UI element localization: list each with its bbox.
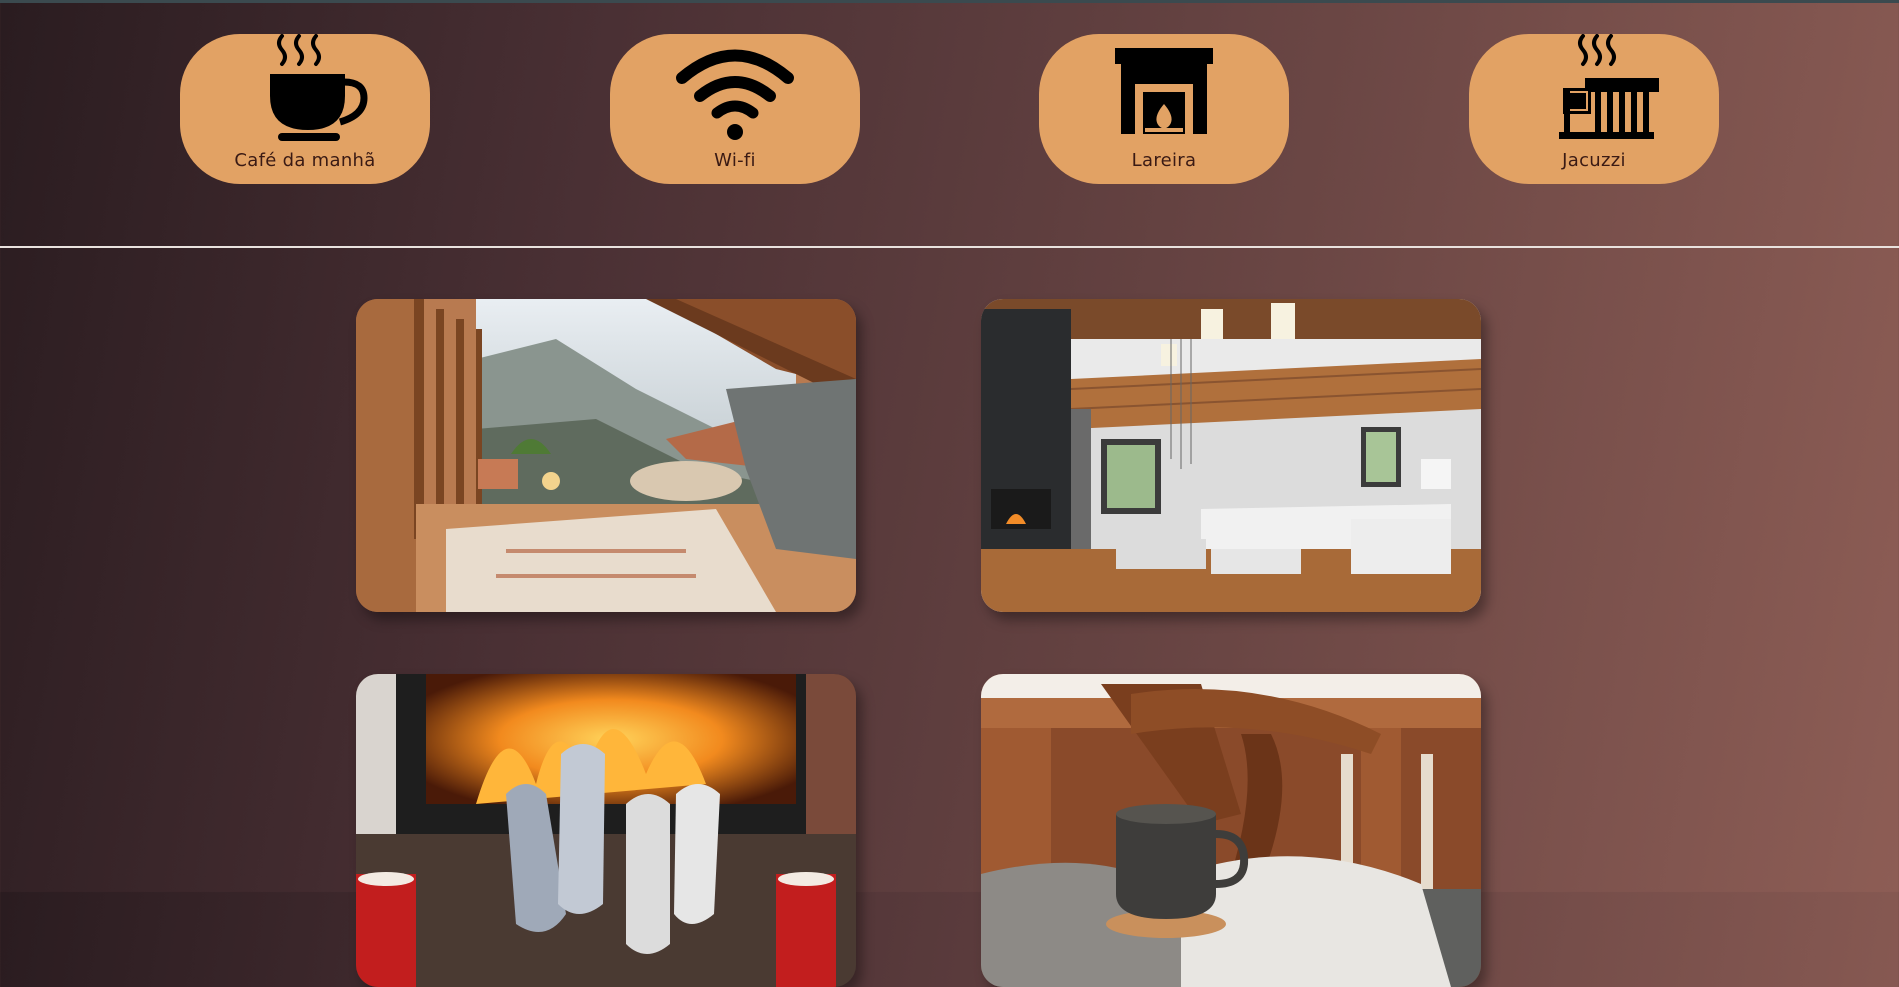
amenity-breakfast-card[interactable]: Café da manhã — [180, 34, 430, 184]
amenities-section: Café da manhã Wi-fi Lareira Jacuzzi — [0, 0, 1899, 247]
fireplace-icon — [1115, 48, 1213, 134]
coffee-cup-icon — [270, 34, 368, 141]
amenity-label: Jacuzzi — [1562, 150, 1626, 171]
amenity-label: Wi-fi — [714, 150, 756, 171]
photo-living-room — [981, 299, 1481, 612]
wifi-icon — [676, 49, 794, 140]
photo-fireplace-socks — [356, 674, 856, 987]
photo-attic-balcony — [356, 299, 856, 612]
photo-gallery — [0, 248, 1899, 987]
amenity-label: Lareira — [1131, 150, 1197, 171]
photo-coffee-on-porch — [981, 674, 1481, 987]
jacuzzi-icon — [1559, 34, 1659, 139]
amenity-label: Café da manhã — [234, 150, 376, 171]
amenity-jacuzzi-card[interactable]: Jacuzzi — [1469, 34, 1719, 184]
amenity-wifi-card[interactable]: Wi-fi — [610, 34, 860, 184]
amenity-fireplace-card[interactable]: Lareira — [1039, 34, 1289, 184]
